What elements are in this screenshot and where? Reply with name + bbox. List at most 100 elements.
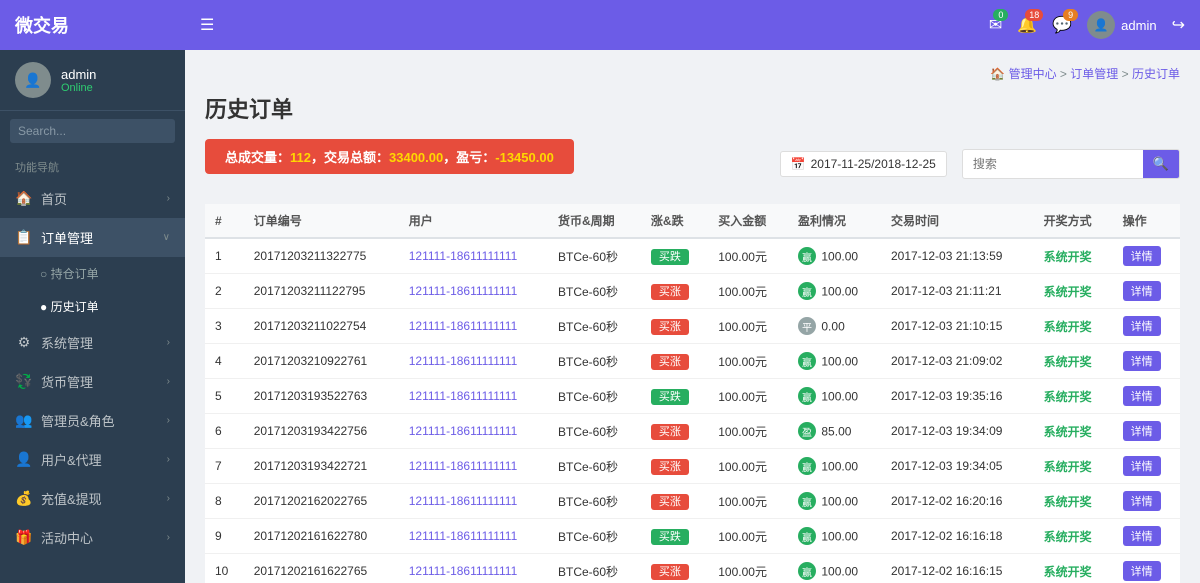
col-order-id: 订单编号: [244, 204, 399, 238]
cell-user: 121111-18611111111: [399, 274, 548, 309]
cell-direction: 买跌: [641, 519, 708, 554]
cell-action: 详情: [1113, 414, 1180, 449]
user-link[interactable]: 121111-18611111111: [409, 424, 518, 438]
app-container: 微交易 👤 admin Online 功能导航 🏠 首页 › 📋 订单管理: [0, 0, 1200, 583]
user-link[interactable]: 121111-18611111111: [409, 389, 518, 403]
mail-icon-btn[interactable]: ✉ 0: [989, 15, 1002, 35]
sidebar-item-user[interactable]: 👤 用户&代理 ›: [0, 440, 185, 479]
detail-button[interactable]: 详情: [1123, 526, 1161, 546]
cell-direction: 买跌: [641, 379, 708, 414]
user-icon: 👤: [15, 451, 33, 468]
cell-open-type: 系统开奖: [1034, 238, 1113, 274]
profit-icon: 盈: [798, 422, 816, 440]
cell-time: 2017-12-03 19:34:09: [881, 414, 1034, 449]
table-row: 4 20171203210922761 121111-18611111111 B…: [205, 344, 1180, 379]
sidebar-item-system[interactable]: ⚙ 系统管理 ›: [0, 323, 185, 362]
cell-direction: 买涨: [641, 309, 708, 344]
sidebar: 微交易 👤 admin Online 功能导航 🏠 首页 › 📋 订单管理: [0, 0, 185, 583]
sidebar-label-admin: 管理员&角色: [41, 411, 115, 430]
cell-num: 3: [205, 309, 244, 344]
home-icon: 🏠: [15, 190, 33, 207]
profit-icon: 赢: [798, 282, 816, 300]
admin-name: admin: [1121, 18, 1156, 33]
cell-order-id: 20171203211022754: [244, 309, 399, 344]
cell-direction: 买涨: [641, 344, 708, 379]
col-open-type: 开奖方式: [1034, 204, 1113, 238]
sidebar-search-input[interactable]: [10, 119, 175, 143]
detail-button[interactable]: 详情: [1123, 456, 1161, 476]
detail-button[interactable]: 详情: [1123, 281, 1161, 301]
admin-profile[interactable]: 👤 admin: [1087, 11, 1156, 39]
detail-button[interactable]: 详情: [1123, 351, 1161, 371]
date-range-value: 2017-11-25/2018-12-25: [811, 157, 936, 171]
cell-profit: 赢 100.00: [788, 274, 881, 309]
chevron-icon-orders: ∨: [163, 232, 170, 243]
user-link[interactable]: 121111-18611111111: [409, 494, 518, 508]
direction-badge: 买跌: [651, 529, 689, 545]
cell-num: 6: [205, 414, 244, 449]
user-link[interactable]: 121111-18611111111: [409, 354, 518, 368]
logout-icon[interactable]: ↪: [1172, 15, 1185, 35]
sidebar-item-admin[interactable]: 👥 管理员&角色 ›: [0, 401, 185, 440]
detail-button[interactable]: 详情: [1123, 246, 1161, 266]
detail-button[interactable]: 详情: [1123, 491, 1161, 511]
search-button[interactable]: 🔍: [1143, 150, 1179, 178]
bell-icon-btn[interactable]: 🔔 18: [1017, 15, 1037, 35]
direction-badge: 买涨: [651, 424, 689, 440]
breadcrumb-orders[interactable]: 订单管理: [1070, 67, 1118, 81]
user-link[interactable]: 121111-18611111111: [409, 284, 518, 298]
col-profit: 盈利情况: [788, 204, 881, 238]
direction-badge: 买跌: [651, 389, 689, 405]
sidebar-subitem-pending[interactable]: ○ 持仓订单: [0, 257, 185, 290]
detail-button[interactable]: 详情: [1123, 386, 1161, 406]
direction-badge: 买涨: [651, 354, 689, 370]
cell-user: 121111-18611111111: [399, 554, 548, 583]
sidebar-item-home[interactable]: 🏠 首页 ›: [0, 179, 185, 218]
cell-action: 详情: [1113, 344, 1180, 379]
cell-action: 详情: [1113, 554, 1180, 583]
cell-amount: 100.00元: [708, 519, 788, 554]
sidebar-label-user: 用户&代理: [41, 450, 102, 469]
direction-badge: 买涨: [651, 494, 689, 510]
sidebar-item-orders[interactable]: 📋 订单管理 ∨: [0, 218, 185, 257]
table-row: 6 20171203193422756 121111-18611111111 B…: [205, 414, 1180, 449]
cell-currency: BTCe-60秒: [548, 519, 641, 554]
direction-badge: 买涨: [651, 459, 689, 475]
sidebar-label-orders: 订单管理: [41, 228, 93, 247]
detail-button[interactable]: 详情: [1123, 561, 1161, 581]
detail-button[interactable]: 详情: [1123, 316, 1161, 336]
cell-time: 2017-12-03 21:09:02: [881, 344, 1034, 379]
cell-order-id: 20171203193422756: [244, 414, 399, 449]
summary-bar: 总成交量：112，交易总额：33400.00，盈亏：-13450.00: [205, 139, 574, 174]
cell-open-type: 系统开奖: [1034, 414, 1113, 449]
table-row: 8 20171202162022765 121111-18611111111 B…: [205, 484, 1180, 519]
cell-currency: BTCe-60秒: [548, 554, 641, 583]
search-input[interactable]: [963, 152, 1143, 176]
sidebar-subitem-history[interactable]: ● 历史订单: [0, 290, 185, 323]
hamburger-icon[interactable]: ☰: [200, 15, 214, 35]
cell-user: 121111-18611111111: [399, 449, 548, 484]
breadcrumb-history: 历史订单: [1132, 67, 1180, 81]
admin-avatar: 👤: [1087, 11, 1115, 39]
bell-badge: 18: [1025, 9, 1043, 21]
user-link[interactable]: 121111-18611111111: [409, 459, 518, 473]
date-range-input[interactable]: 📅 2017-11-25/2018-12-25: [780, 151, 947, 177]
sidebar-item-currency[interactable]: 💱 货币管理 ›: [0, 362, 185, 401]
cell-currency: BTCe-60秒: [548, 238, 641, 274]
table-row: 9 20171202161622780 121111-18611111111 B…: [205, 519, 1180, 554]
cell-direction: 买跌: [641, 238, 708, 274]
message-icon-btn[interactable]: 💬 9: [1052, 15, 1072, 35]
breadcrumb-admin[interactable]: 管理中心: [1009, 67, 1057, 81]
table-row: 2 20171203211122795 121111-18611111111 B…: [205, 274, 1180, 309]
detail-button[interactable]: 详情: [1123, 421, 1161, 441]
user-link[interactable]: 121111-18611111111: [409, 319, 518, 333]
user-link[interactable]: 121111-18611111111: [409, 249, 518, 263]
cell-time: 2017-12-03 21:11:21: [881, 274, 1034, 309]
sidebar-item-recharge[interactable]: 💰 充值&提现 ›: [0, 479, 185, 518]
cell-profit: 赢 100.00: [788, 519, 881, 554]
user-link[interactable]: 121111-18611111111: [409, 529, 518, 543]
cell-num: 1: [205, 238, 244, 274]
sidebar-label-activity: 活动中心: [41, 528, 93, 547]
user-link[interactable]: 121111-18611111111: [409, 564, 518, 578]
sidebar-item-activity[interactable]: 🎁 活动中心 ›: [0, 518, 185, 557]
